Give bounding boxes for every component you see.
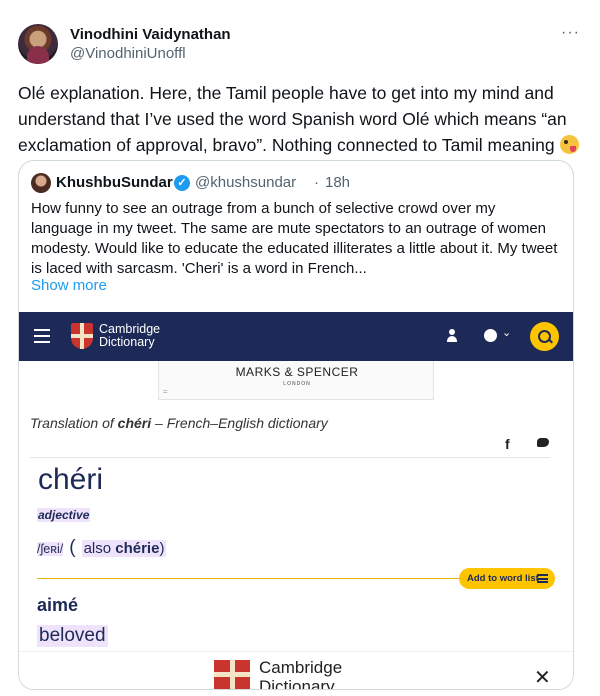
cambridge-bottom-banner: Cambridge Dictionary ✕ xyxy=(19,651,573,690)
facebook-icon: f xyxy=(505,436,510,452)
quoted-tweet[interactable]: KhushbuSundar ✓ @khushsundar · 18h How f… xyxy=(18,160,574,690)
search-icon xyxy=(530,322,559,351)
variant-form: also chérie) xyxy=(81,540,167,557)
cambridge-logo-text: Cambridge Dictionary xyxy=(99,323,160,349)
verified-badge-icon: ✓ xyxy=(174,175,190,191)
more-options-icon[interactable]: ··· xyxy=(561,24,580,42)
add-to-word-list-button: Add to word list xyxy=(459,568,555,589)
author-avatar[interactable] xyxy=(18,24,58,64)
cambridge-nav-bar: Cambridge Dictionary ⌄ xyxy=(19,312,573,361)
banner-line-1: Cambridge xyxy=(259,658,343,677)
author-display-name[interactable]: Vinodhini Vaidynathan xyxy=(70,26,231,43)
cambridge-shield-icon xyxy=(71,323,93,349)
quoted-tweet-text: How funny to see an outrage from a bunch… xyxy=(31,200,558,277)
translation-source-word: chéri xyxy=(117,415,152,431)
menu-icon xyxy=(34,329,50,343)
user-icon xyxy=(446,329,458,342)
also-label: also xyxy=(83,540,116,557)
list-icon xyxy=(537,574,548,583)
divider xyxy=(30,457,550,458)
banner-logo-text: Cambridge Dictionary xyxy=(259,658,343,690)
pronunciation: /ʃeʀi/ xyxy=(37,542,64,556)
translation-meaning: beloved xyxy=(37,625,108,647)
ad-mark: = xyxy=(163,387,168,396)
paren-close: ) xyxy=(159,540,165,557)
winking-tongue-emoji-icon xyxy=(559,135,579,154)
author-handle[interactable]: @VinodhiniUnoffl xyxy=(70,45,186,62)
meta-separator: · xyxy=(314,174,319,191)
translation-suffix: – French–English dictionary xyxy=(151,415,328,431)
attached-screenshot[interactable]: Cambridge Dictionary ⌄ MARKS & SPENCER L… xyxy=(19,312,573,690)
translation-headword: aimé xyxy=(37,595,79,615)
translation-prefix: Translation of xyxy=(30,415,118,431)
close-icon: ✕ xyxy=(534,667,551,689)
ad-sub-text: LONDON xyxy=(283,381,311,387)
tweet-header: Vinodhini Vaidynathan @VinodhiniUnoffl ·… xyxy=(18,24,582,68)
cambridge-shield-icon xyxy=(214,660,250,689)
ad-brand-text: MARKS & SPENCER xyxy=(235,365,359,379)
tweet-body: Olé explanation. Here, the Tamil people … xyxy=(18,83,567,155)
quoted-tweet-timestamp[interactable]: 18h xyxy=(325,174,350,191)
advertisement-banner: MARKS & SPENCER LONDON = xyxy=(158,361,434,400)
quoted-author-handle[interactable]: @khushsundar xyxy=(195,174,296,191)
chevron-down-icon: ⌄ xyxy=(502,327,512,339)
also-word: chérie xyxy=(115,540,160,557)
tweet-text: Olé explanation. Here, the Tamil people … xyxy=(18,80,582,158)
pronunciation-row: /ʃeʀi/ ( also chérie) xyxy=(37,537,167,559)
translation-heading: Translation of chéri – French–English di… xyxy=(30,415,328,431)
quoted-author-avatar[interactable] xyxy=(31,173,51,193)
banner-line-2: Dictionary xyxy=(259,677,335,690)
logo-line-2: Dictionary xyxy=(99,335,155,349)
dictionary-headword: chéri xyxy=(38,463,104,496)
twitter-bird-icon xyxy=(536,436,550,448)
paren-open: ( xyxy=(69,537,76,558)
part-of-speech: adjective xyxy=(37,508,91,522)
globe-icon xyxy=(484,329,497,342)
add-to-word-list-label: Add to word list xyxy=(467,573,539,584)
quoted-author-display-name[interactable]: KhushbuSundar xyxy=(56,174,173,191)
show-more-link[interactable]: Show more xyxy=(31,277,107,294)
